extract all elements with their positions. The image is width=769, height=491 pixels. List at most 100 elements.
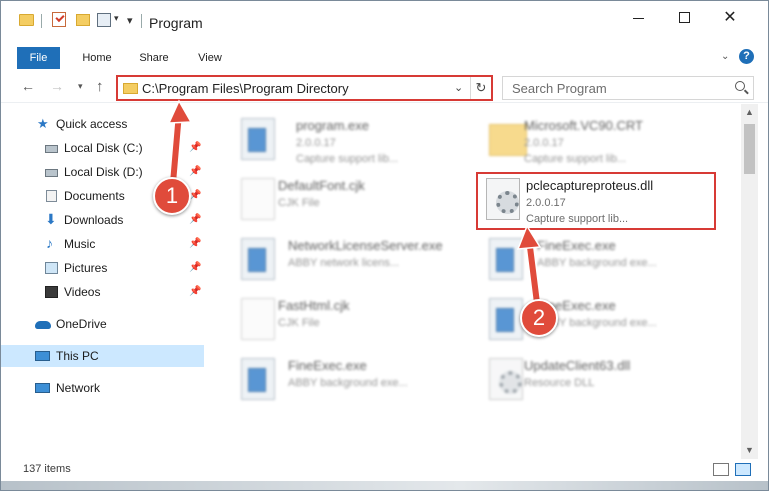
sidebar-item-this-pc[interactable]: This PC bbox=[1, 345, 204, 367]
file-name: UpdateClient63.dll bbox=[524, 358, 631, 373]
close-button[interactable]: ✕ bbox=[707, 1, 753, 33]
sidebar-item-quick-access[interactable]: ★ Quick access bbox=[1, 113, 204, 135]
properties-check-icon[interactable] bbox=[52, 12, 66, 27]
file-item[interactable]: FastHtml.cjk CJK File bbox=[223, 290, 459, 348]
disk-icon bbox=[45, 145, 58, 153]
maximize-icon bbox=[678, 11, 690, 23]
document-icon bbox=[241, 298, 275, 340]
pin-icon[interactable]: 📌 bbox=[189, 281, 201, 303]
sidebar-item-network[interactable]: Network bbox=[1, 377, 204, 399]
sidebar-item-label: Local Disk (C:) bbox=[64, 141, 143, 155]
navigation-pane: ★ Quick access Local Disk (C:) 📌 Local D… bbox=[1, 104, 206, 459]
address-bar[interactable]: C:\Program Files\Program Directory ⌄ ↻ bbox=[116, 75, 493, 101]
sidebar-item-label: Network bbox=[56, 381, 101, 395]
folder-icon bbox=[489, 124, 527, 156]
sidebar-item-pictures[interactable]: Pictures 📌 bbox=[1, 257, 204, 279]
file-item[interactable]: UpdateClient63.dll Resource DLL bbox=[471, 350, 707, 408]
documents-icon bbox=[46, 190, 57, 202]
window-title: Program bbox=[149, 15, 203, 31]
file-item[interactable]: program.exe 2.0.0.17 Capture support lib… bbox=[223, 110, 459, 168]
large-icons-view-icon[interactable] bbox=[735, 463, 751, 476]
exe-file-icon bbox=[241, 238, 275, 280]
sidebar-item-onedrive[interactable]: OneDrive bbox=[1, 313, 204, 335]
divider bbox=[41, 14, 42, 28]
help-icon[interactable]: ? bbox=[739, 49, 754, 64]
onedrive-icon bbox=[35, 321, 51, 329]
recent-locations-icon[interactable]: ▾ bbox=[78, 81, 83, 92]
sidebar-item-label: Quick access bbox=[56, 117, 128, 131]
minimize-icon bbox=[632, 17, 644, 19]
sidebar-item-label: Local Disk (D:) bbox=[64, 165, 143, 179]
downloads-icon: ⬇ bbox=[45, 211, 57, 227]
ribbon-tabs: File Home Share View ⌄ ? bbox=[1, 45, 768, 71]
pc-icon bbox=[35, 351, 50, 361]
file-name: FineExec.exe bbox=[288, 358, 367, 373]
scrollbar-thumb[interactable] bbox=[744, 124, 755, 174]
folder-icon bbox=[19, 14, 34, 26]
pin-icon[interactable]: 📌 bbox=[189, 233, 201, 255]
sidebar-item-videos[interactable]: Videos 📌 bbox=[1, 281, 204, 303]
callout-badge-2: 2 bbox=[520, 299, 558, 337]
tab-home[interactable]: Home bbox=[77, 47, 117, 69]
pin-icon[interactable]: 📌 bbox=[189, 137, 201, 159]
minimize-button[interactable] bbox=[615, 1, 661, 33]
file-item[interactable]: Microsoft.VC90.CRT 2.0.0.17 Capture supp… bbox=[471, 110, 707, 168]
dll-file-icon bbox=[489, 358, 523, 400]
quick-access-toolbar-dropdown[interactable]: ▾ bbox=[114, 13, 119, 24]
status-bar: 137 items bbox=[1, 459, 768, 481]
sidebar-item-label: OneDrive bbox=[56, 317, 107, 331]
sidebar-item-label: This PC bbox=[56, 349, 99, 363]
exe-file-icon bbox=[489, 238, 523, 280]
sidebar-item-label: Videos bbox=[64, 285, 101, 299]
pin-icon[interactable]: 📌 bbox=[189, 257, 201, 279]
file-item[interactable]: FineExec.exe ABBY background exe... bbox=[471, 290, 707, 348]
address-path[interactable]: C:\Program Files\Program Directory bbox=[142, 81, 349, 96]
star-icon: ★ bbox=[37, 116, 49, 131]
maximize-button[interactable] bbox=[661, 1, 707, 33]
pin-icon[interactable]: 📌 bbox=[189, 161, 201, 183]
sidebar-item-local-disk-c[interactable]: Local Disk (C:) 📌 bbox=[1, 137, 204, 159]
file-name: FineExec.exe bbox=[537, 238, 616, 253]
forward-arrow-icon[interactable]: → bbox=[50, 78, 64, 94]
pin-icon[interactable]: 📌 bbox=[189, 209, 201, 231]
music-icon: ♪ bbox=[46, 235, 53, 251]
file-description: Capture support lib... bbox=[296, 153, 399, 165]
file-name: Microsoft.VC90.CRT bbox=[524, 118, 643, 133]
file-name: NetworkLicenseServer.exe bbox=[288, 238, 443, 253]
tab-view[interactable]: View bbox=[193, 47, 227, 69]
search-icon[interactable] bbox=[735, 81, 745, 91]
vertical-scrollbar[interactable]: ▲ ▼ bbox=[741, 104, 758, 459]
file-item[interactable]: DefaultFont.cjk CJK File bbox=[223, 170, 459, 228]
scroll-up-icon[interactable]: ▲ bbox=[741, 104, 758, 121]
file-item[interactable]: FineExec.exe ABBY background exe... bbox=[223, 350, 459, 408]
sidebar-item-label: Pictures bbox=[64, 261, 108, 275]
desktop-background-strip bbox=[1, 481, 768, 490]
file-version: ABBY network licens... bbox=[288, 257, 400, 269]
item-count: 137 items bbox=[23, 463, 71, 475]
document-icon bbox=[241, 178, 275, 220]
file-version: 2.0.0.17 bbox=[296, 137, 336, 149]
sidebar-item-music[interactable]: ♪ Music 📌 bbox=[1, 233, 204, 255]
new-folder-icon[interactable] bbox=[76, 14, 90, 26]
customize-toolbar-icon[interactable]: ▾ bbox=[127, 14, 133, 27]
scroll-down-icon[interactable]: ▼ bbox=[741, 442, 758, 459]
back-arrow-icon[interactable]: ← bbox=[21, 78, 35, 94]
file-description: Capture support lib... bbox=[524, 153, 627, 165]
file-item[interactable]: NetworkLicenseServer.exe ABBY network li… bbox=[223, 230, 459, 288]
disk-icon bbox=[45, 169, 58, 177]
videos-icon bbox=[45, 286, 58, 298]
properties-icon[interactable] bbox=[97, 13, 111, 27]
expand-ribbon-icon[interactable]: ⌄ bbox=[721, 51, 729, 62]
up-arrow-icon[interactable]: ↑ bbox=[96, 78, 104, 95]
details-view-icon[interactable] bbox=[713, 463, 729, 476]
address-dropdown-icon[interactable]: ⌄ bbox=[454, 81, 463, 94]
tab-file[interactable]: File bbox=[17, 47, 60, 69]
file-item[interactable]: FineExec.exe ABBY background exe... bbox=[471, 230, 707, 288]
file-name: FastHtml.cjk bbox=[278, 298, 350, 313]
search-input[interactable]: Search Program bbox=[512, 81, 607, 96]
search-box[interactable]: Search Program bbox=[502, 76, 754, 100]
refresh-icon[interactable]: ↻ bbox=[470, 77, 491, 99]
file-explorer-window: ▾ ▾ Program ✕ File Home Share View ⌄ ? ←… bbox=[0, 0, 769, 491]
tab-share[interactable]: Share bbox=[135, 47, 173, 69]
file-list: program.exe 2.0.0.17 Capture support lib… bbox=[208, 104, 741, 459]
